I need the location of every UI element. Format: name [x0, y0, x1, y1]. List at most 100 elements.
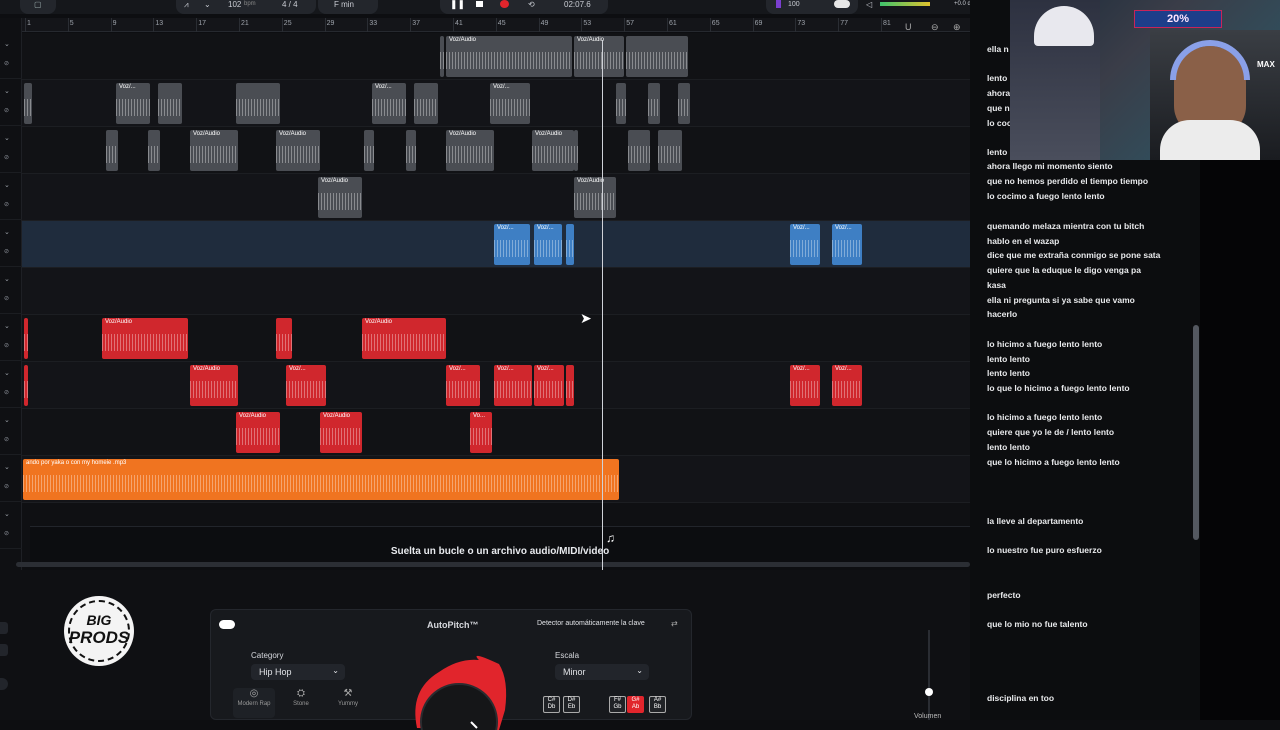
- gray-audio-clip[interactable]: [678, 83, 690, 124]
- side-tab[interactable]: [0, 678, 8, 690]
- preset-button[interactable]: ⚒ Yummy: [327, 688, 369, 718]
- key-button[interactable]: G# Ab: [627, 696, 644, 713]
- chevron-down-icon[interactable]: ⌄: [4, 369, 10, 377]
- red-audio-clip[interactable]: Voz/...: [494, 365, 532, 406]
- chevron-down-icon[interactable]: ⌄: [4, 275, 10, 283]
- red-audio-clip[interactable]: Voz/Audio: [320, 412, 362, 453]
- track-header[interactable]: ⌄ ⊘: [0, 455, 22, 502]
- side-tab[interactable]: [0, 644, 8, 656]
- blue-audio-clip[interactable]: Voz/...: [832, 224, 862, 265]
- gray-audio-clip[interactable]: [364, 130, 374, 171]
- gray-audio-clip[interactable]: Voz/Audio: [318, 177, 362, 218]
- chevron-down-icon[interactable]: ⌄: [4, 228, 10, 236]
- metronome-icon[interactable]: ⩘: [184, 0, 189, 9]
- red-audio-clip[interactable]: Voz/...: [286, 365, 326, 406]
- gray-audio-clip[interactable]: [658, 130, 682, 171]
- preset-button[interactable]: ⛭ Stone: [280, 688, 322, 718]
- key-button[interactable]: A# Bb: [649, 696, 666, 713]
- zoom-out-icon[interactable]: ⊖: [931, 22, 939, 33]
- gray-audio-clip[interactable]: Voz/Audio: [574, 177, 616, 218]
- gray-audio-clip[interactable]: Voz/...: [116, 83, 150, 124]
- gray-audio-clip[interactable]: [236, 83, 280, 124]
- red-audio-clip[interactable]: [566, 365, 574, 406]
- track-header[interactable]: ⌄ ⊘: [0, 220, 22, 267]
- plugin-power-toggle[interactable]: [219, 620, 235, 629]
- track-lane[interactable]: [22, 127, 970, 174]
- track-lane[interactable]: [22, 268, 970, 315]
- gray-audio-clip[interactable]: [440, 36, 444, 77]
- record-arm-icon[interactable]: ⊘: [4, 483, 9, 490]
- tempo-section[interactable]: ⩘ ⌄ 102 bpm 4 / 4: [176, 0, 316, 14]
- key-detector[interactable]: Detector automáticamente la clave: [537, 620, 645, 627]
- gray-audio-clip[interactable]: Voz/...: [490, 83, 530, 124]
- gray-audio-clip[interactable]: [414, 83, 438, 124]
- volume-fader-track[interactable]: [928, 630, 930, 720]
- track-header[interactable]: ⌄ ⊘: [0, 267, 22, 314]
- category-dropdown[interactable]: Hip Hop ⌄: [251, 664, 345, 680]
- key-button[interactable]: F# Gb: [609, 696, 626, 713]
- chevron-down-icon[interactable]: ⌄: [4, 134, 10, 142]
- pause-icon[interactable]: ❚❚: [450, 0, 465, 9]
- record-arm-icon[interactable]: ⊘: [4, 342, 9, 349]
- chevron-down-icon[interactable]: ⌄: [4, 322, 10, 330]
- record-arm-icon[interactable]: ⊘: [4, 107, 9, 114]
- key-button[interactable]: D# Eb: [563, 696, 580, 713]
- gray-audio-clip[interactable]: [628, 130, 650, 171]
- gray-audio-clip[interactable]: [406, 130, 416, 171]
- red-audio-clip[interactable]: Voz/Audio: [236, 412, 280, 453]
- volume-fader-handle[interactable]: [925, 688, 933, 696]
- blue-audio-clip[interactable]: Voz/...: [534, 224, 562, 265]
- track-header[interactable]: ⌄ ⊘: [0, 173, 22, 220]
- red-audio-clip[interactable]: Voz/Audio: [190, 365, 238, 406]
- chevron-down-icon[interactable]: ⌄: [4, 87, 10, 95]
- gray-audio-clip[interactable]: [158, 83, 182, 124]
- track-header[interactable]: ⌄ ⊘: [0, 408, 22, 455]
- record-arm-icon[interactable]: ⊘: [4, 154, 9, 161]
- preset-button[interactable]: ◎ Modern Rap: [233, 688, 275, 718]
- gray-audio-clip[interactable]: [648, 83, 660, 124]
- gray-audio-clip[interactable]: [616, 83, 626, 124]
- gray-audio-clip[interactable]: Voz/Audio: [190, 130, 238, 171]
- track-header[interactable]: ⌄ ⊘: [0, 502, 22, 549]
- key-button[interactable]: C# Db: [543, 696, 560, 713]
- chevron-down-icon[interactable]: ⌄: [4, 40, 10, 48]
- record-arm-icon[interactable]: ⊘: [4, 201, 9, 208]
- blue-audio-clip[interactable]: [566, 224, 574, 265]
- gray-audio-clip[interactable]: Voz/...: [372, 83, 406, 124]
- drop-zone[interactable]: ♫ Suelta un bucle o un archivo audio/MID…: [30, 526, 970, 562]
- track-header[interactable]: ⌄ ⊘: [0, 314, 22, 361]
- red-audio-clip[interactable]: Voz/...: [790, 365, 820, 406]
- track-header[interactable]: ⌄ ⊘: [0, 32, 22, 79]
- track-lane[interactable]: [22, 409, 970, 456]
- gray-audio-clip[interactable]: [148, 130, 160, 171]
- stop-icon[interactable]: [476, 1, 483, 7]
- track-header[interactable]: ⌄ ⊘: [0, 361, 22, 408]
- zoom-in-icon[interactable]: ⊕: [953, 22, 961, 33]
- toolbar-pill[interactable]: ▢: [20, 0, 56, 14]
- menu-icon[interactable]: ▢: [34, 0, 42, 9]
- gray-audio-clip[interactable]: Voz/Audio: [446, 36, 572, 77]
- chevron-down-icon[interactable]: ⌄: [4, 463, 10, 471]
- red-audio-clip[interactable]: Voz/...: [446, 365, 480, 406]
- gray-audio-clip[interactable]: [106, 130, 118, 171]
- arrangement-area[interactable]: Voz/Audio Voz/Audio Voz/... Voz/... Voz/... V…: [22, 33, 970, 565]
- red-audio-clip[interactable]: Voz/...: [832, 365, 862, 406]
- orange-audio-clip[interactable]: ando por yaka o con my homeie .mp3: [23, 459, 619, 500]
- red-audio-clip[interactable]: [24, 365, 28, 406]
- red-audio-clip[interactable]: Voz/Audio: [362, 318, 446, 359]
- record-arm-icon[interactable]: ⊘: [4, 530, 9, 537]
- track-header[interactable]: ⌄ ⊘: [0, 126, 22, 173]
- chevron-down-icon[interactable]: ⌄: [204, 0, 211, 9]
- red-audio-clip[interactable]: [24, 318, 28, 359]
- record-arm-icon[interactable]: ⊘: [4, 389, 9, 396]
- tempo-value[interactable]: 102: [228, 0, 241, 9]
- speaker-icon[interactable]: ◁: [866, 0, 872, 9]
- gray-audio-clip[interactable]: Voz/Audio: [532, 130, 574, 171]
- record-arm-icon[interactable]: ⊘: [4, 436, 9, 443]
- blue-audio-clip[interactable]: Voz/...: [494, 224, 530, 265]
- horizontal-scrollbar[interactable]: [16, 562, 970, 567]
- gray-audio-clip[interactable]: Voz/Audio: [446, 130, 494, 171]
- chevron-down-icon[interactable]: ⌄: [4, 510, 10, 518]
- master-volume-slider[interactable]: [880, 2, 930, 6]
- lyrics-scrollbar[interactable]: [1193, 325, 1199, 540]
